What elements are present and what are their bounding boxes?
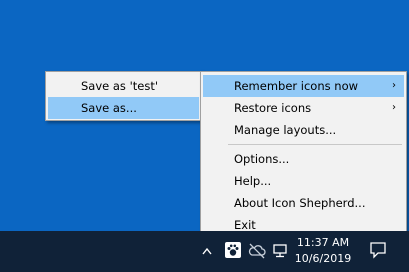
chevron-right-icon: › (392, 102, 396, 113)
menu-item-label: Restore icons (234, 101, 312, 115)
taskbar-clock[interactable]: 11:37 AM 10/6/2019 (292, 235, 354, 267)
menu-item-label: Help... (234, 174, 272, 188)
menu-item-save-as[interactable]: Save as... (48, 97, 199, 119)
menu-item-label: Manage layouts... (234, 123, 337, 137)
menu-item-label: Save as... (81, 101, 137, 115)
menu-item-label: Remember icons now (234, 79, 359, 93)
chevron-up-icon[interactable] (200, 241, 214, 261)
menu-item-label: Exit (234, 218, 256, 232)
menu-item-label: Save as 'test' (81, 79, 158, 93)
tray-context-menu: Remember icons now › Restore icons › Man… (200, 71, 407, 237)
cloud-offline-icon[interactable] (248, 241, 266, 261)
menu-separator (228, 144, 402, 145)
menu-item-save-as-test[interactable]: Save as 'test' (48, 75, 199, 97)
menu-item-help[interactable]: Help... (203, 170, 404, 192)
menu-item-manage-layouts[interactable]: Manage layouts... (203, 119, 404, 141)
menu-item-about[interactable]: About Icon Shepherd... (203, 192, 404, 214)
menu-item-options[interactable]: Options... (203, 148, 404, 170)
menu-item-label: About Icon Shepherd... (234, 196, 366, 210)
notification-icon[interactable] (368, 240, 388, 260)
menu-item-label: Options... (234, 152, 290, 166)
clock-date: 10/6/2019 (294, 252, 352, 265)
network-icon[interactable] (272, 241, 288, 261)
save-submenu: Save as 'test' Save as... (45, 71, 202, 121)
chevron-right-icon: › (392, 80, 396, 91)
menu-item-restore-icons[interactable]: Restore icons › (203, 97, 404, 119)
menu-item-remember-icons-now[interactable]: Remember icons now › (203, 75, 404, 97)
paw-icon[interactable] (224, 240, 242, 260)
clock-time: 11:37 AM (296, 236, 350, 249)
